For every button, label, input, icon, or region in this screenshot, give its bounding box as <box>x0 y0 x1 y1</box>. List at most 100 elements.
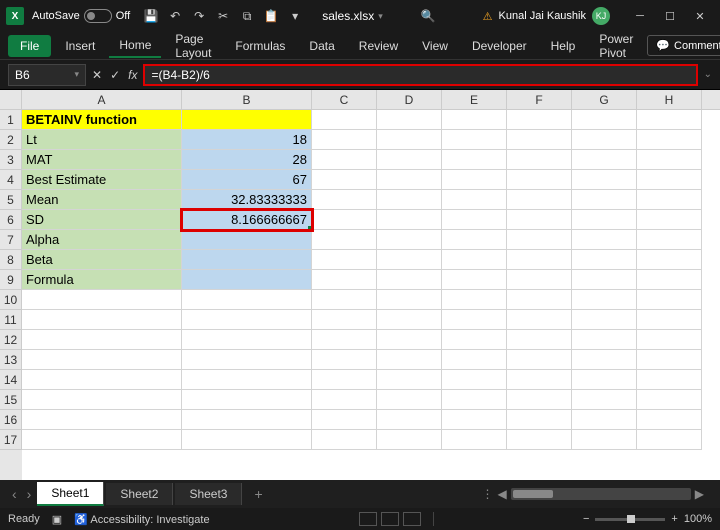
minimize-button[interactable]: ─ <box>626 4 654 28</box>
tab-developer[interactable]: Developer <box>462 35 537 57</box>
row-header[interactable]: 15 <box>0 390 22 410</box>
cell[interactable] <box>312 350 377 370</box>
cell-a8[interactable]: Beta <box>22 250 182 270</box>
cell[interactable] <box>637 150 702 170</box>
cell[interactable] <box>572 330 637 350</box>
cell[interactable] <box>312 210 377 230</box>
comments-button[interactable]: 💬 Comments <box>647 35 720 56</box>
cell[interactable] <box>377 130 442 150</box>
cell-a7[interactable]: Alpha <box>22 230 182 250</box>
user-account[interactable]: ⚠ Kunal Jai Kaushik KJ <box>483 7 610 25</box>
cell[interactable] <box>442 130 507 150</box>
tab-home[interactable]: Home <box>109 34 161 58</box>
filename-dropdown-icon[interactable]: ▾ <box>378 11 383 22</box>
cell[interactable] <box>507 150 572 170</box>
page-layout-button[interactable] <box>381 512 399 526</box>
cell[interactable] <box>572 350 637 370</box>
cell[interactable] <box>312 110 377 130</box>
cell[interactable] <box>312 150 377 170</box>
cell-a3[interactable]: MAT <box>22 150 182 170</box>
tab-view[interactable]: View <box>412 35 458 57</box>
cell[interactable] <box>572 110 637 130</box>
cell-b9[interactable] <box>182 270 312 290</box>
cell[interactable] <box>377 350 442 370</box>
formula-input[interactable]: =(B4-B2)/6 <box>143 64 697 86</box>
expand-formula-icon[interactable]: ⌄ <box>704 69 712 80</box>
cell[interactable] <box>312 170 377 190</box>
cell[interactable] <box>507 110 572 130</box>
search-icon[interactable]: 🔍 <box>421 9 436 23</box>
cell[interactable] <box>507 190 572 210</box>
cell[interactable] <box>182 350 312 370</box>
cell[interactable] <box>312 410 377 430</box>
cell[interactable] <box>507 410 572 430</box>
cell[interactable] <box>377 410 442 430</box>
cell[interactable] <box>182 290 312 310</box>
hscroll-track[interactable] <box>511 488 691 500</box>
cell[interactable] <box>572 170 637 190</box>
cell[interactable] <box>442 430 507 450</box>
cell[interactable] <box>637 310 702 330</box>
tab-data[interactable]: Data <box>299 35 344 57</box>
cell[interactable] <box>637 290 702 310</box>
cell[interactable] <box>377 250 442 270</box>
cell[interactable] <box>637 130 702 150</box>
cell[interactable] <box>637 410 702 430</box>
cell[interactable] <box>637 110 702 130</box>
select-all-corner[interactable] <box>0 90 22 110</box>
redo-icon[interactable]: ↷ <box>192 9 206 23</box>
cell[interactable] <box>442 310 507 330</box>
paste-icon[interactable]: 📋 <box>264 9 278 23</box>
cell[interactable] <box>312 290 377 310</box>
cell[interactable] <box>22 310 182 330</box>
cell[interactable] <box>572 190 637 210</box>
row-header[interactable]: 2 <box>0 130 22 150</box>
name-box[interactable]: B6 ▾ <box>8 64 86 86</box>
cell[interactable] <box>312 130 377 150</box>
cell[interactable] <box>22 290 182 310</box>
cell[interactable] <box>312 190 377 210</box>
cell[interactable] <box>507 330 572 350</box>
tab-power-pivot[interactable]: Power Pivot <box>589 28 643 64</box>
cell[interactable] <box>22 370 182 390</box>
cell[interactable] <box>637 330 702 350</box>
cell[interactable] <box>377 310 442 330</box>
row-header[interactable]: 10 <box>0 290 22 310</box>
cell[interactable] <box>507 210 572 230</box>
cell[interactable] <box>442 230 507 250</box>
cell[interactable] <box>312 310 377 330</box>
cell-b3[interactable]: 28 <box>182 150 312 170</box>
row-header[interactable]: 8 <box>0 250 22 270</box>
row-header[interactable]: 13 <box>0 350 22 370</box>
cell-a1[interactable]: BETAINV function <box>22 110 182 130</box>
cell[interactable] <box>377 330 442 350</box>
cell[interactable] <box>572 430 637 450</box>
cell[interactable] <box>377 190 442 210</box>
scroll-right-icon[interactable]: ▶ <box>695 487 704 501</box>
cell[interactable] <box>637 350 702 370</box>
sheet-tab-3[interactable]: Sheet3 <box>175 483 242 505</box>
cell[interactable] <box>507 250 572 270</box>
sheet-nav-next-icon[interactable]: › <box>23 486 36 502</box>
normal-view-button[interactable] <box>359 512 377 526</box>
row-header[interactable]: 16 <box>0 410 22 430</box>
cell[interactable] <box>507 270 572 290</box>
page-break-button[interactable] <box>403 512 421 526</box>
undo-icon[interactable]: ↶ <box>168 9 182 23</box>
cell-b4[interactable]: 67 <box>182 170 312 190</box>
cancel-icon[interactable]: ✕ <box>92 68 102 82</box>
cell[interactable] <box>442 150 507 170</box>
cell[interactable] <box>442 270 507 290</box>
col-header[interactable]: B <box>182 90 312 109</box>
cell[interactable] <box>507 290 572 310</box>
cell[interactable] <box>377 150 442 170</box>
save-icon[interactable]: 💾 <box>144 9 158 23</box>
tab-file[interactable]: File <box>8 35 51 57</box>
cell[interactable] <box>22 410 182 430</box>
cell-a2[interactable]: Lt <box>22 130 182 150</box>
cell-b7[interactable] <box>182 230 312 250</box>
cell[interactable] <box>182 430 312 450</box>
cell[interactable] <box>637 230 702 250</box>
sheet-tab-2[interactable]: Sheet2 <box>106 483 173 505</box>
cell[interactable] <box>22 390 182 410</box>
